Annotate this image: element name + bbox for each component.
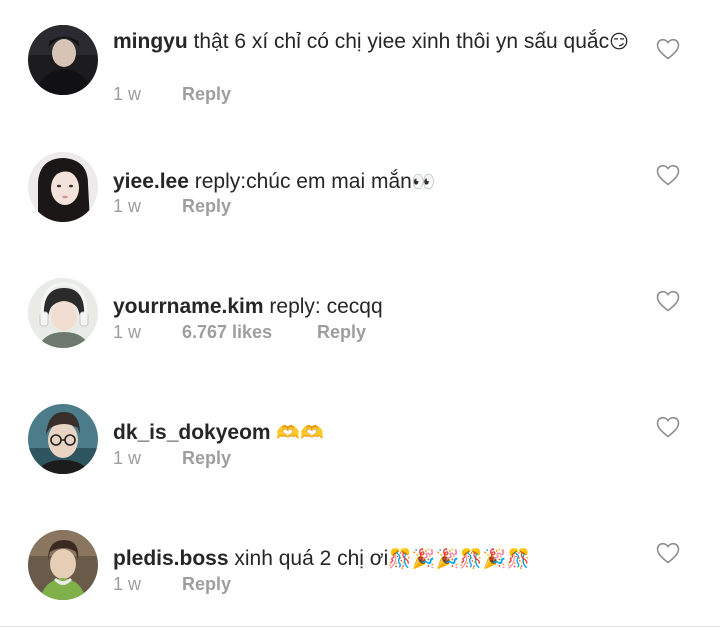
comment-time: 1 w [113,574,142,594]
avatar[interactable] [28,152,98,222]
comment-meta: 1 w Reply [113,574,231,595]
comment-meta: 1 w Reply [113,196,231,217]
comment-username[interactable]: yourrname.kim [113,295,264,318]
reply-button[interactable]: Reply [182,84,231,104]
profile-photo-icon [28,278,98,348]
comment-item: mingyu thật 6 xí chỉ có chị yiee xinh th… [0,0,720,104]
comment-text: thật 6 xí chỉ có chị yiee xinh thôi yn s… [193,30,610,53]
eyes-emoji-icon: 👀 [411,171,436,193]
comment-body: mingyu thật 6 xí chỉ có chị yiee xinh th… [113,28,633,56]
likes-count[interactable]: 6.767 likes [182,322,317,343]
comment-username[interactable]: pledis.boss [113,547,229,570]
comment-body: pledis.boss xinh quá 2 chị ơi🎊🎉🎉🎊🎉🎊 [113,545,633,573]
comment-username[interactable]: dk_is_dokyeom [113,421,271,444]
comment-time: 1 w [113,196,142,216]
comment-body: yiee.lee reply:chúc em mai mắn👀 [113,168,633,196]
comment-time: 1 w [113,448,142,468]
comment-meta: 1 w 6.767 likes Reply [113,322,366,343]
comment-username[interactable]: yiee.lee [113,170,189,193]
avatar[interactable] [28,530,98,600]
comment-time: 1 w [113,84,142,104]
heart-outline-icon[interactable] [656,416,680,438]
comment-body: yourrname.kim reply: cecqq [113,293,633,320]
smirk-emoji-icon: 😏 [609,31,629,53]
reply-button[interactable]: Reply [182,448,231,468]
comment-meta: 1 w Reply [113,84,231,105]
avatar[interactable] [28,25,98,95]
profile-photo-icon [28,530,98,600]
heart-outline-icon[interactable] [656,164,680,186]
reply-button[interactable]: Reply [317,322,366,342]
comment-text: reply:chúc em mai mắn [194,170,412,193]
party-emoji-icon: 🎊🎉🎉🎊🎉🎊 [388,548,531,570]
profile-photo-icon [28,25,98,95]
comment-item: pledis.boss xinh quá 2 chị ơi🎊🎉🎉🎊🎉🎊 1 w R… [0,504,720,604]
comment-text: reply: cecqq [269,295,383,318]
heart-outline-icon[interactable] [656,542,680,564]
avatar[interactable] [28,404,98,474]
comment-item: dk_is_dokyeom 🫶🫶 1 w Reply [0,378,720,478]
comment-username[interactable]: mingyu [113,30,188,53]
profile-photo-icon [28,152,98,222]
divider [0,626,720,627]
comment-item: yiee.lee reply:chúc em mai mắn👀 1 w Reply [0,126,720,226]
heart-outline-icon[interactable] [656,290,680,312]
comment-item: yourrname.kim reply: cecqq 1 w 6.767 like… [0,252,720,352]
reply-button[interactable]: Reply [182,574,231,594]
reply-button[interactable]: Reply [182,196,231,216]
comment-body: dk_is_dokyeom 🫶🫶 [113,419,633,447]
comment-text: xinh quá 2 chị ơi [234,547,389,570]
avatar[interactable] [28,278,98,348]
comment-meta: 1 w Reply [113,448,231,469]
heart-outline-icon[interactable] [656,38,680,60]
comment-time: 1 w [113,322,142,342]
profile-photo-icon [28,404,98,474]
heart-hands-emoji-icon: 🫶🫶 [276,422,324,444]
